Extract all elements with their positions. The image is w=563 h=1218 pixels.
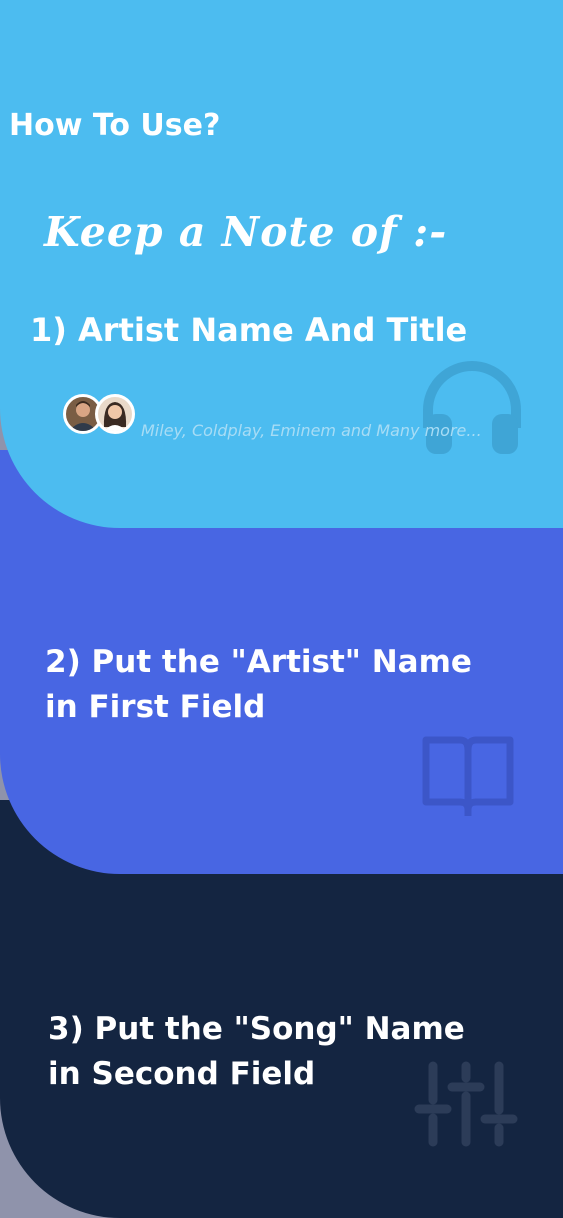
artist-avatars (63, 394, 143, 440)
step-3-text: 3) Put the "Song" Name in Second Field (48, 1007, 465, 1097)
step-1-text: 1) Artist Name And Title (30, 311, 468, 349)
step-2-line-2: in First Field (45, 689, 266, 725)
step-2-text: 2) Put the "Artist" Name in First Field (45, 640, 472, 730)
step-2-line-1: 2) Put the "Artist" Name (45, 644, 472, 680)
headphones-icon (423, 361, 521, 454)
sliders-icon (414, 1061, 518, 1147)
book-icon (422, 736, 514, 816)
artists-caption: Miley, Coldplay, Eminem and Many more... (141, 421, 482, 440)
page-subtitle: Keep a Note of :- (44, 208, 448, 256)
page-title: How To Use? (9, 108, 221, 143)
avatar (95, 394, 135, 434)
step-3-line-1: 3) Put the "Song" Name (48, 1011, 465, 1047)
step-3-line-2: in Second Field (48, 1056, 316, 1092)
